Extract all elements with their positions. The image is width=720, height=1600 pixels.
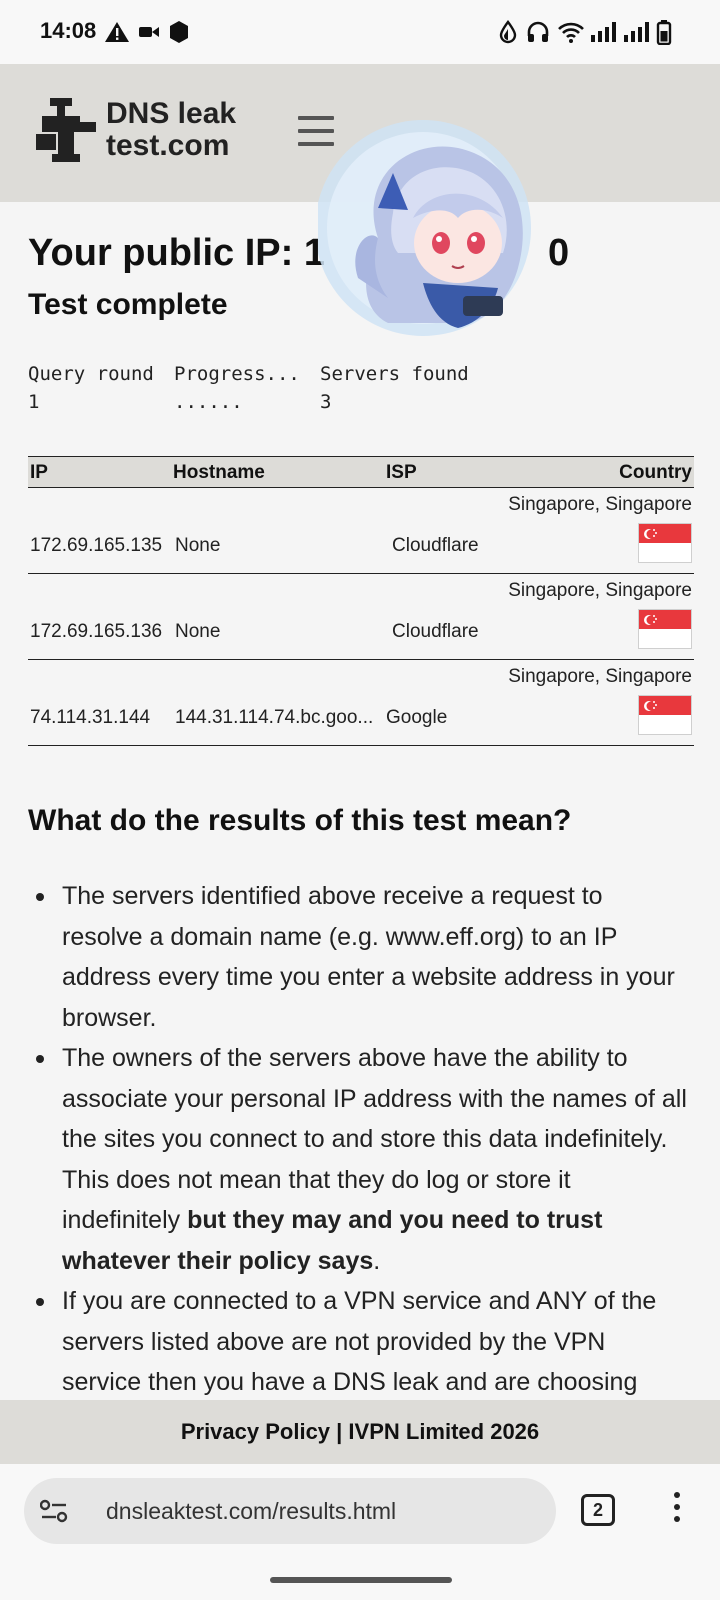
ip-column-header: IP bbox=[30, 462, 48, 483]
list-item: If you are connected to a VPN service an… bbox=[28, 1281, 688, 1403]
site-logo[interactable]: DNS leak test.com bbox=[106, 98, 236, 162]
table-row: 74.114.31.144 144.31.114.74.bc.goo... Go… bbox=[28, 660, 694, 746]
country-cell: Singapore, Singapore bbox=[508, 666, 692, 687]
country-column-header: Country bbox=[619, 462, 692, 483]
query-header-row: Query round Progress... Servers found bbox=[28, 360, 520, 388]
address-bar[interactable]: dnsleaktest.com/results.html bbox=[24, 1478, 556, 1544]
table-row: 172.69.165.135 None Cloudflare Singapore… bbox=[28, 488, 694, 574]
footer-links[interactable]: Privacy Policy | IVPN Limited 2026 bbox=[181, 1419, 539, 1444]
status-time: 14:08 bbox=[40, 18, 97, 43]
hostname-column-header: Hostname bbox=[173, 462, 265, 483]
battery-icon bbox=[656, 20, 672, 45]
query-summary: Query round Progress... Servers found 1 … bbox=[28, 360, 520, 416]
list-item: The owners of the servers above have the… bbox=[28, 1038, 688, 1281]
bullet-text: The servers identified above receive a r… bbox=[62, 882, 675, 1032]
signal-icon-2 bbox=[624, 22, 649, 42]
country-cell: Singapore, Singapore bbox=[508, 580, 692, 601]
gesture-handle[interactable] bbox=[270, 1577, 452, 1583]
list-item: The servers identified above receive a r… bbox=[28, 876, 688, 1038]
wifi-icon bbox=[558, 22, 584, 43]
isp-cell: Google bbox=[386, 707, 448, 728]
table-row: 172.69.165.136 None Cloudflare Singapore… bbox=[28, 574, 694, 660]
progress-value: ...... bbox=[174, 391, 243, 413]
test-status: Test complete bbox=[28, 288, 228, 321]
isp-cell: Cloudflare bbox=[392, 621, 479, 642]
footer: Privacy Policy | IVPN Limited 2026 bbox=[0, 1400, 720, 1464]
logo-line-2: test.com bbox=[106, 129, 230, 162]
query-value-row: 1 ...... 3 bbox=[28, 388, 520, 416]
hostname-cell: None bbox=[175, 535, 221, 556]
tab-switcher-button[interactable]: 2 bbox=[581, 1494, 615, 1526]
signal-icon bbox=[591, 22, 616, 42]
results-table: IP Hostname ISP Country 172.69.165.135 N… bbox=[28, 456, 694, 746]
hostname-cell: None bbox=[175, 621, 221, 642]
servers-found-value: 3 bbox=[320, 391, 332, 413]
hostname-cell: 144.31.114.74.bc.goo... bbox=[175, 707, 374, 728]
section-title: What do the results of this test mean? bbox=[28, 804, 572, 837]
bullet-text: If you are connected to a VPN service an… bbox=[62, 1287, 657, 1396]
status-bar: 14:08 bbox=[0, 0, 720, 64]
isp-cell: Cloudflare bbox=[392, 535, 479, 556]
logo-line-1: DNS leak bbox=[106, 97, 237, 130]
query-round-value: 1 bbox=[28, 391, 40, 413]
data-saver-icon bbox=[499, 20, 517, 44]
bullet-tail: . bbox=[373, 1246, 381, 1275]
explanation-list: The servers identified above receive a r… bbox=[28, 876, 688, 1403]
page-title: Your public IP: 10 bbox=[28, 232, 569, 275]
country-cell: Singapore, Singapore bbox=[508, 494, 692, 515]
site-settings-icon[interactable] bbox=[40, 1499, 68, 1523]
singapore-flag-icon bbox=[638, 695, 692, 735]
anime-character-sticker bbox=[318, 120, 531, 336]
progress-header: Progress... bbox=[174, 363, 300, 385]
ip-cell: 172.69.165.135 bbox=[30, 535, 163, 556]
warning-icon bbox=[105, 22, 129, 42]
singapore-flag-icon bbox=[638, 523, 692, 563]
title-text: Your public IP: 1 bbox=[28, 232, 325, 274]
faucet-logo-icon[interactable] bbox=[36, 98, 100, 162]
ip-cell: 74.114.31.144 bbox=[30, 707, 151, 728]
video-camera-icon bbox=[139, 27, 159, 37]
ip-cell: 172.69.165.136 bbox=[30, 621, 163, 642]
singapore-flag-icon bbox=[638, 609, 692, 649]
servers-found-header: Servers found bbox=[320, 363, 469, 385]
query-round-header: Query round bbox=[28, 363, 154, 385]
headphones-icon bbox=[527, 21, 549, 42]
url-text: dnsleaktest.com/results.html bbox=[106, 1498, 397, 1524]
hexagon-icon bbox=[170, 21, 188, 43]
results-header-row: IP Hostname ISP Country bbox=[28, 456, 694, 488]
isp-column-header: ISP bbox=[386, 462, 417, 483]
more-options-icon[interactable] bbox=[672, 1492, 682, 1528]
